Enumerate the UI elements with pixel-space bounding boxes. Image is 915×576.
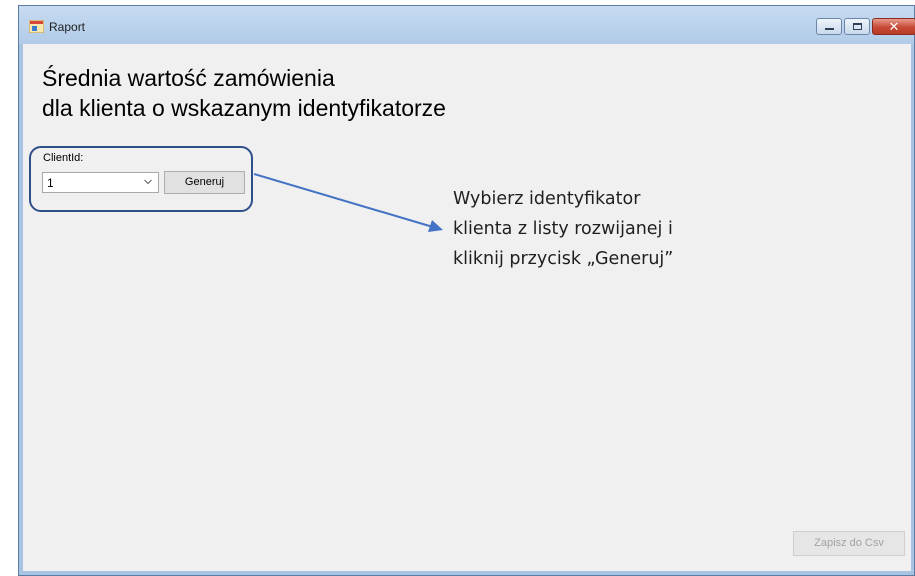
annotation-line-1: Wybierz identyfikator (453, 189, 641, 209)
maximize-button[interactable] (844, 18, 870, 35)
title-bar[interactable]: Raport ✕ (19, 6, 915, 44)
close-icon: ✕ (888, 19, 900, 34)
app-window-icon (29, 20, 44, 33)
save-csv-button[interactable]: Zapisz do Csv (793, 531, 905, 556)
screenshot: Raport ✕ Średnia wartość zamówienia dla … (0, 0, 915, 576)
annotation-line-2: klienta z listy rozwijanej i (453, 219, 673, 239)
close-button[interactable]: ✕ (872, 18, 915, 35)
maximize-icon (853, 23, 862, 30)
form-client-area: Średnia wartość zamówienia dla klienta o… (23, 44, 911, 571)
annotation-arrow (253, 173, 443, 232)
annotation-line-3: kliknij przycisk „Generuj” (453, 249, 674, 269)
minimize-button[interactable] (816, 18, 842, 35)
minimize-icon (825, 28, 834, 30)
app-window: Raport ✕ Średnia wartość zamówienia dla … (18, 5, 915, 576)
annotation-text: Wybierz identyfikator klienta z listy ro… (453, 184, 673, 274)
window-title: Raport (49, 20, 86, 34)
